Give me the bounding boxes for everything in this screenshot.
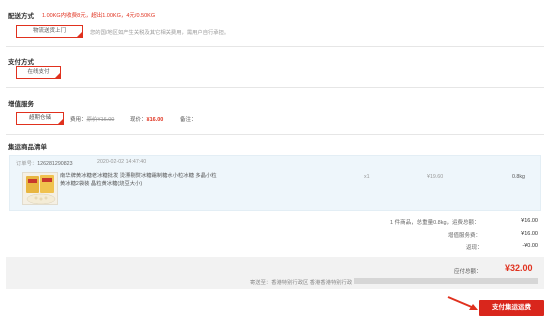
address: 寄送至：香港特别行政区 香港香港特别行政 (250, 278, 352, 286)
divider (6, 87, 544, 88)
delivery-option-home[interactable]: 物流送货上门 (16, 25, 83, 38)
value-added-title: 增值服务 (8, 101, 34, 108)
current-label: 现价： (130, 117, 147, 123)
red-arrow-icon (447, 296, 478, 310)
value-added-fee: 费用：原价¥16.00 (70, 115, 114, 123)
payment-title: 支付方式 (8, 59, 34, 66)
order-number: 126281290823 (37, 161, 73, 167)
delivery-title: 配送方式 (8, 13, 34, 20)
package-list-title: 集运商品清单 (8, 144, 47, 151)
package-card: 订单号：126281290823 2020-02-02 14:47:40 南华牌… (9, 155, 541, 211)
value-added-current: 现价：¥16.00 (130, 115, 163, 123)
fee-label: 费用： (70, 117, 87, 123)
divider (6, 46, 544, 47)
product-weight: 0.8kg (512, 174, 525, 180)
total-value: ¥32.00 (505, 263, 533, 273)
product-qty: x1 (364, 174, 370, 180)
summary-rebate-label: 返现： (466, 245, 483, 251)
fee-original: 原价¥16.00 (86, 117, 115, 123)
summary-rebate-value: -¥0.00 (522, 243, 538, 249)
order-info: 订单号：126281290823 (16, 159, 73, 167)
order-date: 2020-02-02 14:47:40 (97, 159, 147, 165)
total-label: 应付总额： (454, 269, 482, 275)
product-price: ¥19.60 (427, 174, 444, 180)
product-name[interactable]: 南华牌黄冰糖老冰糖批发 烫漂剔熨冰糖霜制糖水小粒冰糖 多晶小粒黄冰糖2袋装 晶粒… (60, 172, 220, 188)
pay-shipping-button[interactable]: 支付集运运费 (479, 300, 544, 316)
address-label: 寄送至： (250, 280, 272, 286)
address-redacted (354, 278, 538, 284)
order-total-bar: 应付总额： ¥32.00 寄送至：香港特别行政区 香港香港特别行政 (6, 257, 544, 289)
divider (6, 134, 544, 135)
summary-items-value: ¥16.00 (521, 218, 538, 224)
order-label: 订单号： (16, 161, 38, 167)
delivery-fee-note: 1.00KG内收费8元，超出1.00KG，4元/0.50KG (42, 13, 156, 19)
summary-items: 1 件商品，总重量0.8kg，运费总额： (390, 220, 480, 226)
current-price: ¥16.00 (146, 117, 164, 123)
product-thumbnail (22, 172, 58, 205)
delivery-note: 您的国/地区如产生关税及其它相关费用，需用户自行承担。 (90, 30, 230, 36)
remark-label: 备注： (180, 117, 197, 123)
address-value: 香港特别行政区 香港香港特别行政 (271, 280, 353, 286)
payment-option-online[interactable]: 在线支付 (16, 66, 61, 79)
value-added-option[interactable]: 超期仓储 (16, 112, 64, 125)
summary-vas-label: 增值服务费： (448, 233, 482, 239)
summary-vas-value: ¥16.00 (521, 231, 538, 237)
